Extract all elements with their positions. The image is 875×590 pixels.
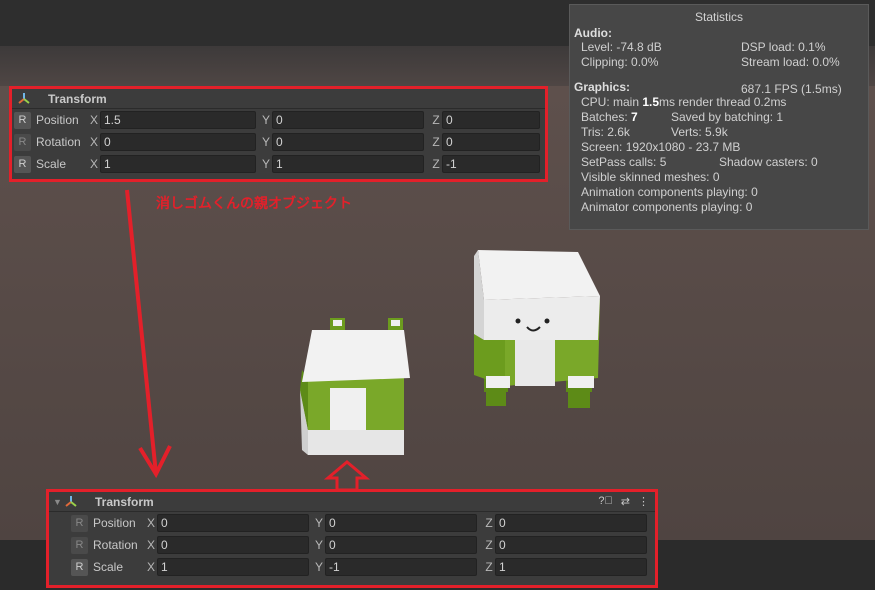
rotation-row: R Rotation X0 Y0 Z0 bbox=[12, 131, 545, 153]
cpu-readout: CPU: main 1.5ms render thread 0.2ms bbox=[581, 95, 787, 109]
scale-z-field[interactable]: -1 bbox=[442, 155, 540, 173]
rotation-x-field[interactable]: 0 bbox=[157, 536, 309, 554]
audio-heading: Audio: bbox=[574, 26, 612, 40]
reset-scale-button[interactable]: R bbox=[14, 155, 31, 173]
skinned-meshes: Visible skinned meshes: 0 bbox=[581, 170, 720, 184]
x-axis-label: X bbox=[89, 113, 98, 127]
scale-y-field[interactable]: -1 bbox=[325, 558, 477, 576]
y-axis-label: Y bbox=[314, 560, 323, 574]
scene-view[interactable]: 消しゴムくんの親オブジェクト Transform R Position X 1.5… bbox=[0, 0, 875, 590]
y-axis-label: Y bbox=[261, 157, 270, 171]
y-axis-label: Y bbox=[314, 516, 323, 530]
shadow-casters: Shadow casters: 0 bbox=[719, 155, 818, 169]
position-y-field[interactable]: 0 bbox=[272, 111, 424, 129]
rotation-y-field[interactable]: 0 bbox=[272, 133, 424, 151]
x-axis-label: X bbox=[89, 135, 98, 149]
transform-icon bbox=[63, 494, 85, 510]
scale-row: R Scale X1 Y1 Z -1 bbox=[12, 153, 545, 175]
transform-title: Transform bbox=[95, 494, 154, 509]
transform-icon bbox=[16, 91, 38, 107]
stream-load: Stream load: 0.0% bbox=[741, 55, 840, 69]
preset-icon[interactable]: ⇄ bbox=[621, 495, 630, 508]
rotation-label: Rotation bbox=[36, 135, 81, 149]
fps-readout: 687.1 FPS (1.5ms) bbox=[741, 82, 842, 96]
z-axis-label: Z bbox=[432, 113, 440, 127]
animation-components: Animation components playing: 0 bbox=[581, 185, 758, 199]
more-options-icon[interactable]: ⋮ bbox=[638, 495, 649, 508]
statistics-panel: Statistics Audio: Level: -74.8 dB DSP loa… bbox=[569, 4, 869, 230]
position-z-field[interactable]: 0 bbox=[442, 111, 540, 129]
position-label: Position bbox=[93, 516, 136, 530]
reset-position-button[interactable]: R bbox=[14, 111, 31, 129]
rotation-x-field[interactable]: 0 bbox=[100, 133, 256, 151]
verts-readout: Verts: 5.9k bbox=[671, 125, 728, 139]
x-axis-label: X bbox=[146, 516, 155, 530]
saved-by-batching: Saved by batching: 1 bbox=[671, 110, 784, 124]
rotation-z-field[interactable]: 0 bbox=[442, 133, 540, 151]
y-axis-label: Y bbox=[261, 135, 270, 149]
x-axis-label: X bbox=[146, 538, 155, 552]
scale-z-field[interactable]: 1 bbox=[495, 558, 647, 576]
scale-label: Scale bbox=[93, 560, 124, 574]
z-axis-label: Z bbox=[485, 560, 493, 574]
transform-header[interactable]: Transform bbox=[12, 89, 545, 109]
tris-readout: Tris: 2.6k bbox=[581, 125, 630, 139]
fold-arrow-icon[interactable]: ▼ bbox=[53, 497, 63, 507]
rotation-label: Rotation bbox=[93, 538, 138, 552]
parent-object-annotation: 消しゴムくんの親オブジェクト bbox=[156, 195, 352, 211]
reset-rotation-button[interactable]: R bbox=[71, 536, 88, 554]
scale-row: R Scale X1 Y -1 Z1 bbox=[49, 556, 655, 578]
help-icon[interactable]: ?⃝ bbox=[598, 495, 612, 508]
reset-position-button[interactable]: R bbox=[71, 514, 88, 532]
z-axis-label: Z bbox=[485, 538, 493, 552]
transform-panel-top: Transform R Position X 1.5 Y0 Z0 R Rotati… bbox=[9, 86, 548, 182]
scale-y-field[interactable]: 1 bbox=[272, 155, 424, 173]
rotation-y-field[interactable]: 0 bbox=[325, 536, 477, 554]
position-row: R Position X 1.5 Y0 Z0 bbox=[12, 109, 545, 131]
position-z-field[interactable]: 0 bbox=[495, 514, 647, 532]
transform-header[interactable]: ▼ Transform ?⃝ ⇄ ⋮ bbox=[49, 492, 655, 512]
y-axis-label: Y bbox=[314, 538, 323, 552]
audio-clipping: Clipping: 0.0% bbox=[581, 55, 659, 69]
eraser-character-flipped[interactable] bbox=[300, 318, 410, 455]
rotation-row: R Rotation X0 Y0 Z0 bbox=[49, 534, 655, 556]
z-axis-label: Z bbox=[485, 516, 493, 530]
z-axis-label: Z bbox=[432, 135, 440, 149]
position-x-field[interactable]: 0 bbox=[157, 514, 309, 532]
y-axis-label: Y bbox=[261, 113, 270, 127]
transform-title: Transform bbox=[48, 91, 107, 106]
x-axis-label: X bbox=[146, 560, 155, 574]
audio-level: Level: -74.8 dB bbox=[581, 40, 662, 54]
scale-x-field[interactable]: 1 bbox=[100, 155, 256, 173]
scale-label: Scale bbox=[36, 157, 67, 171]
scale-x-field[interactable]: 1 bbox=[157, 558, 309, 576]
x-axis-label: X bbox=[89, 157, 98, 171]
dsp-load: DSP load: 0.1% bbox=[741, 40, 826, 54]
position-y-field[interactable]: 0 bbox=[325, 514, 477, 532]
transform-panel-bottom: ▼ Transform ?⃝ ⇄ ⋮ R Position X0 Y0 Z0 R… bbox=[46, 489, 658, 588]
batches-readout: Batches: 7 bbox=[581, 110, 638, 124]
position-row: R Position X0 Y0 Z0 bbox=[49, 512, 655, 534]
z-axis-label: Z bbox=[432, 157, 440, 171]
reset-rotation-button[interactable]: R bbox=[14, 133, 31, 151]
screen-readout: Screen: 1920x1080 - 23.7 MB bbox=[581, 140, 741, 154]
rotation-z-field[interactable]: 0 bbox=[495, 536, 647, 554]
statistics-title: Statistics bbox=[694, 10, 743, 24]
setpass-readout: SetPass calls: 5 bbox=[581, 155, 667, 169]
eraser-character-upright[interactable] bbox=[474, 250, 600, 408]
reset-scale-button[interactable]: R bbox=[71, 558, 88, 576]
position-x-field[interactable]: 1.5 bbox=[100, 111, 256, 129]
position-label: Position bbox=[36, 113, 79, 127]
animator-components: Animator components playing: 0 bbox=[581, 200, 753, 214]
graphics-heading: Graphics: bbox=[574, 80, 631, 94]
